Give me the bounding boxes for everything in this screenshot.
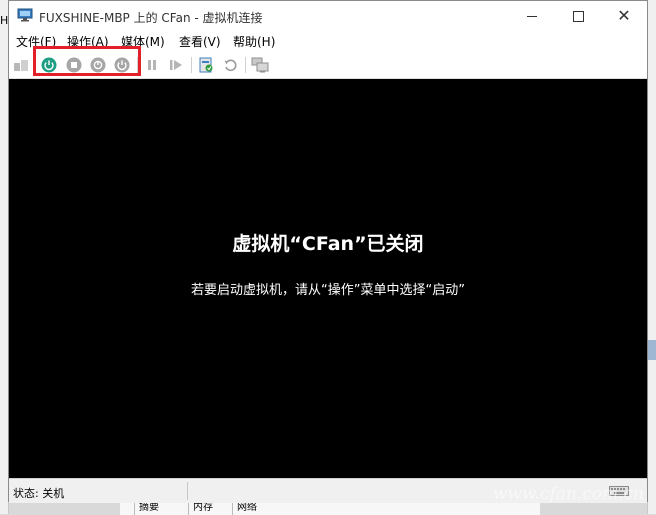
menu-help[interactable]: 帮助(H) — [233, 33, 275, 50]
ctrl-alt-del-icon — [14, 60, 28, 71]
pause-icon — [148, 60, 156, 70]
menu-view[interactable]: 查看(V) — [179, 33, 221, 50]
revert-button[interactable] — [221, 56, 239, 74]
maximize-button[interactable] — [555, 1, 601, 31]
checkpoint-button[interactable] — [197, 56, 215, 74]
ctrl-alt-del-button[interactable] — [12, 56, 30, 74]
background-tab-network[interactable]: 网络 — [232, 501, 277, 515]
vm-display[interactable]: 虚拟机“CFan”已关闭 若要启动虚拟机，请从“操作”菜单中选择“启动” — [9, 79, 647, 478]
resume-button[interactable] — [167, 56, 185, 74]
power-controls-highlight — [33, 46, 141, 76]
close-button[interactable]: ✕ — [601, 1, 647, 31]
revert-icon — [224, 59, 237, 72]
background-selection-band — [648, 340, 656, 360]
vm-start-hint: 若要启动虚拟机，请从“操作”菜单中选择“启动” — [191, 283, 465, 298]
vm-connection-app-icon — [17, 8, 33, 22]
pause-button[interactable] — [143, 56, 161, 74]
close-icon: ✕ — [617, 6, 631, 25]
enhanced-session-button[interactable] — [251, 56, 269, 74]
status-divider — [187, 482, 188, 500]
title-bar[interactable]: FUXSHINE-MBP 上的 CFan - 虚拟机连接 ✕ — [9, 1, 647, 31]
vm-status: 状态: 关机 — [13, 487, 65, 500]
background-tab-summary[interactable]: 摘要 — [134, 501, 189, 515]
minimize-button[interactable] — [509, 1, 555, 31]
resume-icon — [170, 60, 182, 70]
toolbar-separator — [191, 57, 192, 73]
checkpoint-icon — [199, 57, 213, 73]
vm-off-title: 虚拟机“CFan”已关闭 — [232, 233, 424, 255]
enhanced-session-icon — [251, 57, 269, 73]
minimize-icon — [527, 15, 537, 17]
background-window-right — [647, 0, 656, 514]
watermark: www.cfan.com.cn — [492, 484, 644, 504]
toolbar-separator — [245, 57, 246, 73]
background-tab-memory[interactable]: 内存 — [188, 501, 233, 515]
maximize-icon — [572, 10, 584, 22]
window-title: FUXSHINE-MBP 上的 CFan - 虚拟机连接 — [39, 11, 263, 25]
vm-connection-window: FUXSHINE-MBP 上的 CFan - 虚拟机连接 ✕ 文件(F) 操作(… — [8, 0, 648, 503]
